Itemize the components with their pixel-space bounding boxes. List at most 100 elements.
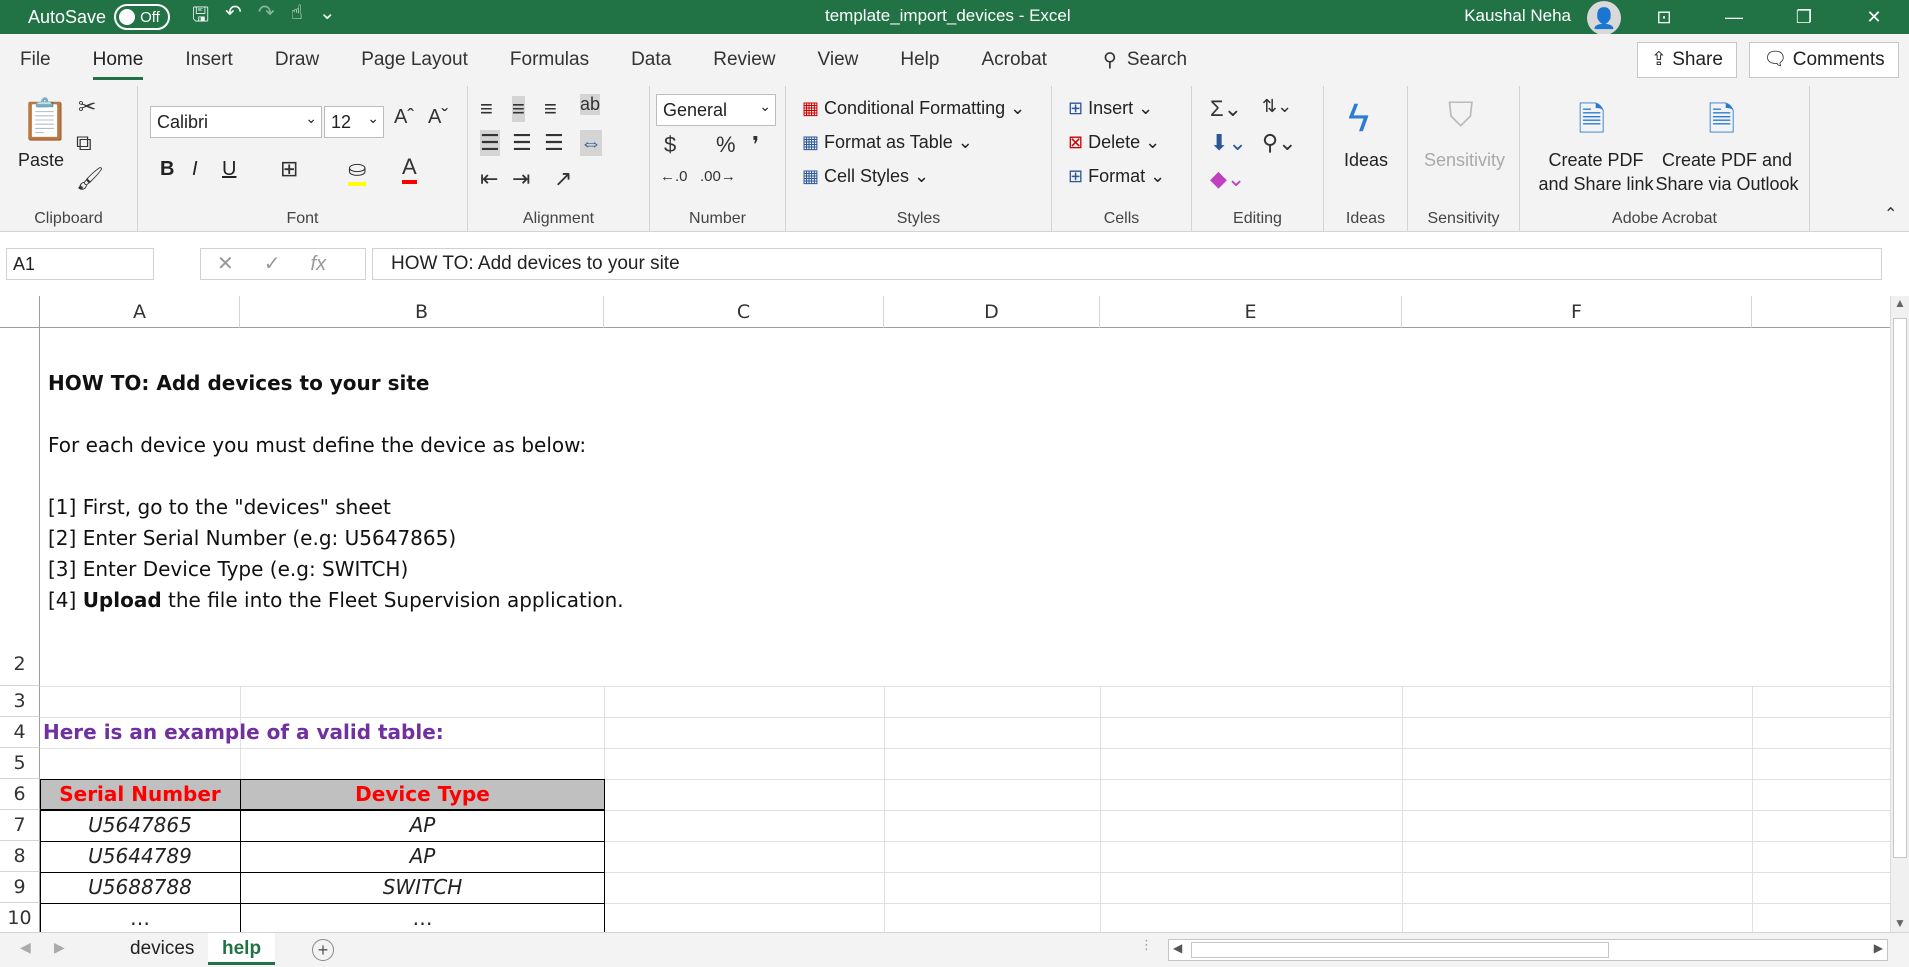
add-sheet-icon[interactable]: + <box>312 939 334 961</box>
borders-icon[interactable]: ⊞ <box>280 156 298 182</box>
increase-font-icon[interactable]: Aˆ <box>394 106 414 129</box>
align-top-icon[interactable]: ≡ <box>480 96 493 122</box>
scroll-up-icon[interactable]: ▲ <box>1891 296 1909 310</box>
row-header-5[interactable]: 5 <box>0 748 40 779</box>
pdf-link-icon[interactable]: 🗎 <box>1578 96 1605 153</box>
decrease-indent-icon[interactable]: ⇤ <box>480 166 498 192</box>
formula-input[interactable]: HOW TO: Add devices to your site <box>372 248 1882 280</box>
table-cell[interactable]: AP <box>240 813 605 837</box>
find-select-icon[interactable]: ⚲⌄ <box>1262 130 1297 156</box>
restore-icon[interactable]: ❐ <box>1769 0 1839 34</box>
increase-decimal-icon[interactable]: ←.0 <box>660 168 688 185</box>
row-header-9[interactable]: 9 <box>0 872 40 903</box>
save-icon[interactable]: 🖫 <box>192 0 209 34</box>
scroll-left-icon[interactable]: ◀ <box>1173 941 1182 955</box>
table-cell[interactable]: SWITCH <box>240 875 605 899</box>
row-header-10[interactable]: 10 <box>0 903 40 932</box>
tab-formulas[interactable]: Formulas <box>510 34 589 86</box>
cancel-icon[interactable]: ✕ <box>217 249 234 279</box>
avatar[interactable]: 👤 <box>1587 1 1621 35</box>
tab-data[interactable]: Data <box>631 34 671 86</box>
copy-icon[interactable]: ⧉ <box>76 130 92 156</box>
autosum-icon[interactable]: Σ⌄ <box>1210 96 1242 122</box>
redo-icon[interactable]: ↷ <box>258 0 275 34</box>
underline-button[interactable]: U <box>222 158 236 181</box>
tab-insert[interactable]: Insert <box>185 34 233 86</box>
format-as-table-button[interactable]: ▦ Format as Table ⌄ <box>802 132 973 153</box>
delete-cells-button[interactable]: ⊠ Delete ⌄ <box>1068 132 1160 153</box>
comments-button[interactable]: 🗨 Comments <box>1749 42 1899 78</box>
name-box[interactable]: A1 <box>6 248 154 280</box>
tab-acrobat[interactable]: Acrobat <box>981 34 1046 86</box>
insert-function-icon[interactable]: fx <box>311 249 327 279</box>
scroll-right-icon[interactable]: ▶ <box>1874 941 1883 955</box>
table-cell[interactable]: … <box>240 906 605 930</box>
tab-page-layout[interactable]: Page Layout <box>361 34 468 86</box>
decrease-decimal-icon[interactable]: .00→ <box>700 168 736 185</box>
fill-icon[interactable]: ⬇⌄ <box>1210 130 1247 156</box>
ideas-icon[interactable]: ϟ <box>1348 96 1369 141</box>
example-heading[interactable]: Here is an example of a valid table: <box>43 720 444 744</box>
table-header-serial[interactable]: Serial Number <box>40 782 240 806</box>
paste-button[interactable]: Paste <box>18 150 64 171</box>
create-pdf-share-link-button[interactable]: Create PDF and Share link <box>1534 148 1658 196</box>
search-box[interactable]: ⚲ Search <box>1103 49 1187 72</box>
row-header-2[interactable]: 2 <box>0 328 40 686</box>
font-name-select[interactable]: Calibri <box>150 103 322 138</box>
worksheet-grid[interactable]: A B C D E F 2 3 4 5 6 7 8 9 10 HOW TO: A… <box>0 296 1890 932</box>
tab-review[interactable]: Review <box>713 34 775 86</box>
align-left-icon[interactable]: ☰ <box>480 130 500 156</box>
tab-scroll-left-icon[interactable]: ◀ <box>20 939 31 956</box>
autosave-control[interactable]: AutoSave Off <box>28 4 171 30</box>
wrap-text-icon[interactable]: ab <box>580 94 601 115</box>
tab-help[interactable]: Help <box>900 34 939 86</box>
table-cell[interactable]: U5644789 <box>40 844 240 868</box>
italic-button[interactable]: I <box>192 158 198 181</box>
vertical-scroll-thumb[interactable] <box>1893 318 1907 858</box>
font-size-select[interactable]: 12 <box>324 103 384 138</box>
insert-cells-button[interactable]: ⊞ Insert ⌄ <box>1068 98 1153 119</box>
align-right-icon[interactable]: ☰ <box>544 130 564 156</box>
share-button[interactable]: ⇪ Share <box>1637 42 1737 78</box>
row-header-4[interactable]: 4 <box>0 717 40 748</box>
align-bottom-icon[interactable]: ≡ <box>544 96 557 122</box>
enter-icon[interactable]: ✓ <box>264 249 281 279</box>
column-header-c[interactable]: C <box>604 296 884 328</box>
column-header-f[interactable]: F <box>1402 296 1752 328</box>
table-cell[interactable]: U5647865 <box>40 813 240 837</box>
align-middle-icon[interactable]: ≡ <box>512 96 525 122</box>
comma-icon[interactable]: ❜ <box>752 132 759 158</box>
close-icon[interactable]: ✕ <box>1839 0 1909 34</box>
format-painter-icon[interactable]: 🖌 <box>76 166 104 192</box>
sheet-tab-devices[interactable]: devices <box>116 933 208 965</box>
sheet-tab-help[interactable]: help <box>208 933 276 965</box>
undo-icon[interactable]: ↶ <box>225 0 242 34</box>
orientation-icon[interactable]: ↗ <box>554 166 572 192</box>
select-all-corner[interactable] <box>0 296 40 328</box>
align-center-icon[interactable]: ☰ <box>512 130 532 156</box>
column-header-b[interactable]: B <box>240 296 604 328</box>
sort-filter-icon[interactable]: ⇅⌄ <box>1262 96 1292 117</box>
tab-scroll-right-icon[interactable]: ▶ <box>54 939 65 956</box>
decrease-font-icon[interactable]: Aˇ <box>428 106 448 129</box>
tab-home[interactable]: Home <box>92 34 143 86</box>
paste-icon[interactable]: 📋 <box>20 96 70 143</box>
column-header-d[interactable]: D <box>884 296 1100 328</box>
user-name[interactable]: Kaushal Neha <box>1464 6 1571 26</box>
cut-icon[interactable]: ✂ <box>78 94 96 120</box>
collapse-ribbon-icon[interactable]: ⌃ <box>1884 204 1897 224</box>
cell-a2-instructions[interactable]: HOW TO: Add devices to your site For eac… <box>48 368 624 616</box>
customize-qat-icon[interactable]: ⌄ <box>319 0 336 34</box>
create-pdf-outlook-button[interactable]: Create PDF and Share via Outlook <box>1652 148 1802 196</box>
fill-color-icon[interactable]: ⛀ <box>348 156 367 186</box>
percent-icon[interactable]: % <box>716 132 736 158</box>
clear-icon[interactable]: ◆⌄ <box>1210 166 1245 192</box>
cell-styles-button[interactable]: ▦ Cell Styles ⌄ <box>802 166 929 187</box>
table-cell[interactable]: AP <box>240 844 605 868</box>
column-header-a[interactable]: A <box>40 296 240 328</box>
tab-view[interactable]: View <box>818 34 859 86</box>
horizontal-scrollbar[interactable]: ◀ ▶ <box>1168 939 1888 961</box>
column-header-next[interactable] <box>1752 296 1890 328</box>
tab-split-handle[interactable]: ⋮ <box>1140 937 1153 953</box>
currency-icon[interactable]: $ <box>664 132 676 158</box>
